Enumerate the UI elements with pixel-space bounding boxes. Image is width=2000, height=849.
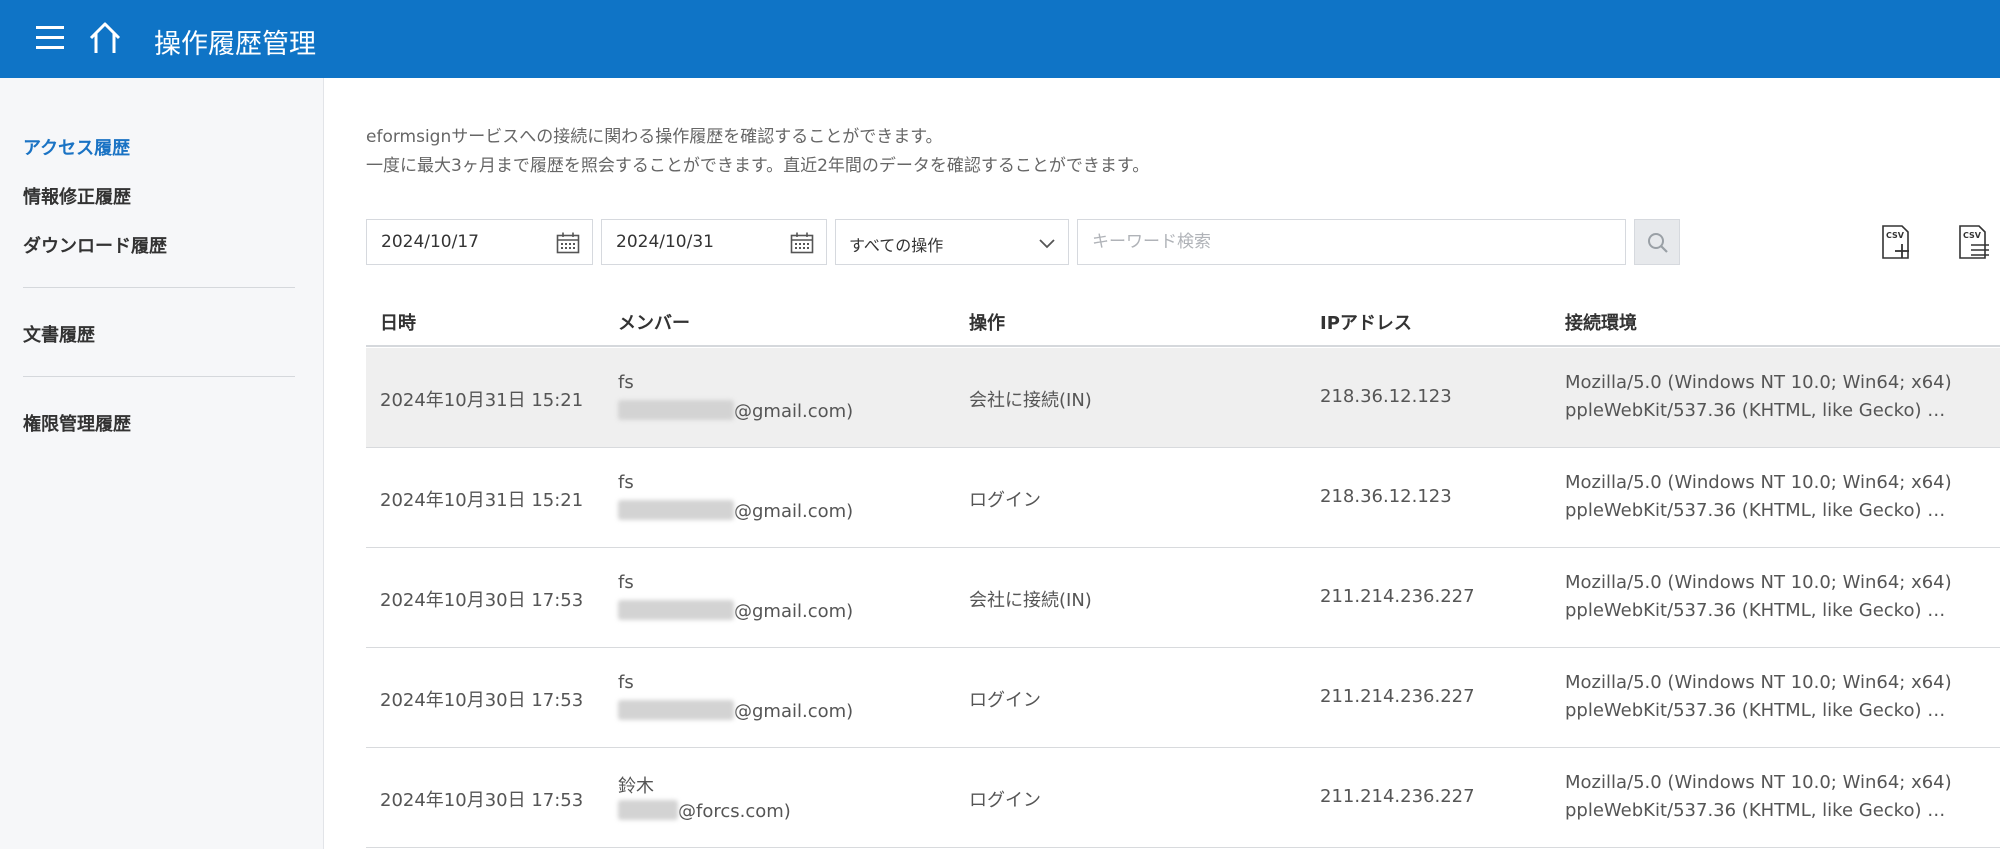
sidebar-item-document-history[interactable]: 文書履歴 [23, 321, 95, 347]
row-environment-line-1: Mozilla/5.0 (Windows NT 10.0; Win64; x64… [1565, 472, 1955, 493]
csv-add-icon[interactable]: CSV [1880, 224, 1914, 260]
end-date-value: 2024/10/31 [616, 232, 714, 252]
row-member-email: @gmail.com) [618, 700, 853, 722]
row-datetime: 2024年10月30日 17:53 [380, 790, 584, 811]
row-ip-address: 218.36.12.123 [1320, 386, 1452, 407]
row-environment-line-2: ppleWebKit/537.36 (KHTML, like Gecko) C… [1565, 400, 1955, 421]
row-environment-line-2: ppleWebKit/537.36 (KHTML, like Gecko) C… [1565, 800, 1955, 821]
table-row[interactable]: 2024年10月30日 17:53 鈴木 @forcs.com) ログイン 21… [366, 748, 2000, 848]
sidebar-divider [23, 287, 295, 288]
search-button[interactable] [1634, 219, 1680, 265]
redacted-email [618, 500, 734, 520]
row-member-name: fs [618, 472, 634, 493]
row-ip-address: 211.214.236.227 [1320, 686, 1475, 707]
calendar-icon[interactable] [790, 232, 814, 254]
row-environment-line-1: Mozilla/5.0 (Windows NT 10.0; Win64; x64… [1565, 672, 1955, 693]
row-environment-line-1: Mozilla/5.0 (Windows NT 10.0; Win64; x64… [1565, 372, 1955, 393]
redacted-email [618, 800, 678, 820]
hamburger-menu-icon[interactable] [36, 26, 64, 50]
operation-select-value: すべての操作 [849, 236, 944, 255]
top-bar: 操作履歴管理 [0, 0, 2000, 78]
table-header: 日時 メンバー 操作 IPアドレス 接続環境 [366, 297, 2000, 347]
svg-text:CSV: CSV [1963, 231, 1982, 240]
calendar-icon[interactable] [556, 232, 580, 254]
column-header-operation: 操作 [969, 313, 1005, 334]
row-operation: ログイン [969, 690, 1041, 711]
column-header-member: メンバー [618, 313, 690, 334]
row-datetime: 2024年10月31日 15:21 [380, 390, 584, 411]
row-datetime: 2024年10月30日 17:53 [380, 690, 584, 711]
row-member-email: @forcs.com) [618, 800, 791, 822]
search-icon [1648, 233, 1668, 253]
sidebar: アクセス履歴 情報修正履歴 ダウンロード履歴 文書履歴 権限管理履歴 [0, 78, 324, 849]
row-ip-address: 218.36.12.123 [1320, 486, 1452, 507]
row-environment-line-2: ppleWebKit/537.36 (KHTML, like Gecko) C… [1565, 600, 1955, 621]
column-header-environment: 接続環境 [1565, 313, 1637, 334]
column-header-datetime: 日時 [380, 313, 416, 334]
start-date-value: 2024/10/17 [381, 232, 479, 252]
row-member-name: fs [618, 372, 634, 393]
row-member-email-domain: @forcs.com) [678, 801, 791, 822]
row-member-name: fs [618, 572, 634, 593]
column-header-ip: IPアドレス [1320, 313, 1412, 334]
row-datetime: 2024年10月31日 15:21 [380, 490, 584, 511]
row-member-email-domain: @gmail.com) [734, 401, 854, 422]
row-member-email: @gmail.com) [618, 600, 853, 622]
page-title: 操作履歴管理 [154, 29, 316, 60]
sidebar-divider [23, 376, 295, 377]
row-member-name: fs [618, 672, 634, 693]
row-operation: 会社に接続(IN) [969, 590, 1092, 611]
redacted-email [618, 400, 734, 420]
description-line-2: 一度に最大3ヶ月まで履歴を照会することができます。直近2年間のデータを確認するこ… [366, 156, 1150, 176]
row-ip-address: 211.214.236.227 [1320, 586, 1475, 607]
table-row[interactable]: 2024年10月30日 17:53 fs @gmail.com) ログイン 21… [366, 648, 2000, 748]
table-row[interactable]: 2024年10月31日 15:21 fs @gmail.com) 会社に接続(I… [366, 348, 2000, 448]
start-date-field[interactable]: 2024/10/17 [366, 219, 593, 265]
table-row[interactable]: 2024年10月30日 17:53 fs @gmail.com) 会社に接続(I… [366, 548, 2000, 648]
row-environment-line-1: Mozilla/5.0 (Windows NT 10.0; Win64; x64… [1565, 772, 1955, 793]
row-environment-line-2: ppleWebKit/537.36 (KHTML, like Gecko) C… [1565, 700, 1955, 721]
keyword-search-input[interactable] [1077, 219, 1626, 265]
row-member-email: @gmail.com) [618, 500, 853, 522]
chevron-down-icon [1039, 239, 1055, 249]
row-member-email-domain: @gmail.com) [734, 501, 854, 522]
row-operation: ログイン [969, 490, 1041, 511]
row-ip-address: 211.214.236.227 [1320, 786, 1475, 807]
csv-list-icon[interactable]: CSV [1957, 224, 1991, 260]
sidebar-item-access-history[interactable]: アクセス履歴 [23, 134, 130, 160]
row-member-name: 鈴木 [618, 776, 654, 797]
row-operation: 会社に接続(IN) [969, 390, 1092, 411]
row-environment-line-1: Mozilla/5.0 (Windows NT 10.0; Win64; x64… [1565, 572, 1955, 593]
end-date-field[interactable]: 2024/10/31 [601, 219, 827, 265]
row-member-email: @gmail.com) [618, 400, 853, 422]
sidebar-item-info-edit-history[interactable]: 情報修正履歴 [23, 183, 131, 209]
row-environment-line-2: ppleWebKit/537.36 (KHTML, like Gecko) C… [1565, 500, 1955, 521]
svg-text:CSV: CSV [1886, 231, 1905, 240]
row-operation: ログイン [969, 790, 1041, 811]
redacted-email [618, 600, 734, 620]
row-member-email-domain: @gmail.com) [734, 601, 854, 622]
operation-select[interactable]: すべての操作 [835, 219, 1069, 265]
row-member-email-domain: @gmail.com) [734, 701, 854, 722]
home-icon[interactable] [88, 21, 122, 55]
description-line-1: eformsignサービスへの接続に関わる操作履歴を確認することができます。 [366, 127, 943, 147]
redacted-email [618, 700, 734, 720]
sidebar-item-download-history[interactable]: ダウンロード履歴 [23, 232, 167, 258]
sidebar-item-permission-history[interactable]: 権限管理履歴 [23, 410, 131, 436]
row-datetime: 2024年10月30日 17:53 [380, 590, 584, 611]
table-row[interactable]: 2024年10月31日 15:21 fs @gmail.com) ログイン 21… [366, 448, 2000, 548]
